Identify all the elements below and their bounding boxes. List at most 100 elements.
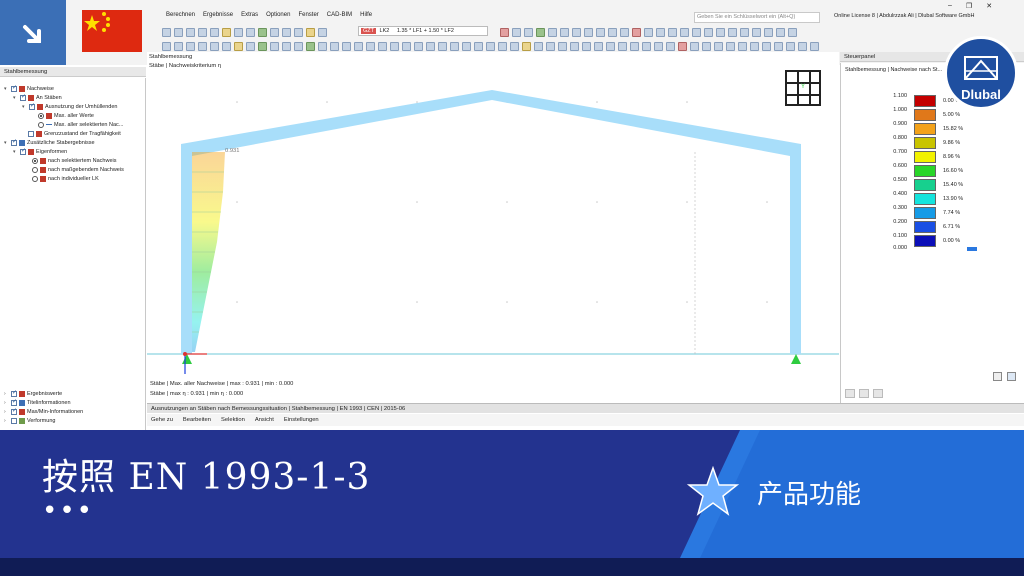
toolbar-button[interactable]	[810, 41, 819, 51]
menu-item-ergebnisse[interactable]: Ergebnisse	[203, 12, 233, 24]
toolbar-button[interactable]	[438, 41, 447, 51]
toolbar-button[interactable]	[330, 41, 339, 51]
toolbar-button[interactable]	[246, 27, 255, 37]
toolbar-button[interactable]	[584, 27, 593, 37]
panel-table-icon[interactable]	[1007, 372, 1016, 381]
search-input[interactable]: Geben Sie ein Schlüsselwort ein (Alt+Q)	[694, 12, 820, 23]
menu-item-cad-bim[interactable]: CAD-BIM	[327, 12, 352, 24]
toolbar-button[interactable]	[282, 27, 291, 37]
toolbar-button[interactable]	[570, 41, 579, 51]
toolbar-button[interactable]	[414, 41, 423, 51]
toolbar-button[interactable]	[366, 41, 375, 51]
toolbar-button[interactable]	[740, 27, 749, 37]
toolbar-button[interactable]	[210, 41, 219, 51]
toolbar-button[interactable]	[788, 27, 797, 37]
toolbar-button[interactable]	[726, 41, 735, 51]
toolbar-button[interactable]	[318, 27, 327, 37]
toolbar-button[interactable]	[704, 27, 713, 37]
toolbar-button[interactable]	[536, 27, 545, 37]
toolbar-button[interactable]	[462, 41, 471, 51]
toolbar-button[interactable]	[738, 41, 747, 51]
tab-legend[interactable]	[845, 389, 855, 398]
toolbar-button[interactable]	[270, 27, 279, 37]
toolbar-button[interactable]	[378, 41, 387, 51]
toolbar-button[interactable]	[342, 41, 351, 51]
results-menu-gehe-zu[interactable]: Gehe zu	[151, 414, 173, 426]
toolbar-button[interactable]	[620, 27, 629, 37]
view-cube-icon[interactable]: Y	[785, 70, 821, 106]
menu-item-fenster[interactable]: Fenster	[298, 12, 318, 24]
toolbar-button[interactable]	[474, 41, 483, 51]
results-menu-selektion[interactable]: Selektion	[221, 414, 245, 426]
toolbar-button[interactable]	[318, 41, 327, 51]
toolbar-button[interactable]	[764, 27, 773, 37]
portal-frame[interactable]	[181, 90, 801, 354]
load-combination-select[interactable]: GZT LK2 1.35 * LF1 + 1.50 * LF2	[358, 26, 488, 36]
toolbar-button[interactable]	[714, 41, 723, 51]
toolbar-button[interactable]	[402, 41, 411, 51]
toolbar-button[interactable]	[354, 41, 363, 51]
toolbar-button[interactable]	[222, 41, 231, 51]
tree-item-maxmin[interactable]: ›Max/Min-Informationen	[4, 407, 83, 416]
toolbar-button[interactable]	[306, 41, 315, 51]
tree-item-massgebendem[interactable]: nach maßgebendem Nachweis	[32, 165, 124, 174]
toolbar-button[interactable]	[498, 41, 507, 51]
menu-item-hilfe[interactable]: Hilfe	[360, 12, 372, 24]
tree-item-an-staeben[interactable]: ▾An Stäben	[13, 93, 62, 102]
toolbar-button[interactable]	[644, 27, 653, 37]
tree-item-selektiertem[interactable]: nach selektiertem Nachweis	[32, 156, 116, 165]
support-right[interactable]	[791, 354, 801, 364]
toolbar-button[interactable]	[174, 27, 183, 37]
toolbar-button[interactable]	[186, 41, 195, 51]
toolbar-button[interactable]	[294, 41, 303, 51]
results-menu-ansicht[interactable]: Ansicht	[255, 414, 274, 426]
toolbar-button[interactable]	[630, 41, 639, 51]
toolbar-button[interactable]	[668, 27, 677, 37]
menu-item-extras[interactable]: Extras	[241, 12, 258, 24]
toolbar-button[interactable]	[750, 41, 759, 51]
toolbar-button[interactable]	[534, 41, 543, 51]
toolbar-button[interactable]	[174, 41, 183, 51]
legend-slider[interactable]	[967, 247, 977, 251]
toolbar-button[interactable]	[762, 41, 771, 51]
toolbar-button[interactable]	[656, 27, 665, 37]
toolbar-button[interactable]	[560, 27, 569, 37]
toolbar-button[interactable]	[234, 27, 243, 37]
toolbar-button[interactable]	[776, 27, 785, 37]
toolbar-button[interactable]	[692, 27, 701, 37]
toolbar-button[interactable]	[258, 41, 267, 51]
toolbar-button[interactable]	[582, 41, 591, 51]
toolbar-button[interactable]	[666, 41, 675, 51]
toolbar-button[interactable]	[162, 41, 171, 51]
tree-item-ausnutzung[interactable]: ▾Ausnutzung der Umhüllenden	[22, 102, 117, 111]
tree-item-max-aller-werte[interactable]: Max. aller Werte	[38, 111, 94, 120]
toolbar-button[interactable]	[654, 41, 663, 51]
toolbar-button[interactable]	[222, 27, 231, 37]
toolbar-button[interactable]	[234, 41, 243, 51]
toolbar-button[interactable]	[162, 27, 171, 37]
toolbar-button[interactable]	[786, 41, 795, 51]
tree-item-max-selektierten[interactable]: Max. aller selektierten Nac...	[38, 120, 123, 129]
toolbar-button[interactable]	[512, 27, 521, 37]
toolbar-button[interactable]	[186, 27, 195, 37]
tree-item-nachweise[interactable]: ▾Nachweise	[4, 84, 54, 93]
toolbar-button[interactable]	[608, 27, 617, 37]
tree-item-zusaetzliche[interactable]: ▾Zusätzliche Stabergebnisse	[4, 138, 95, 147]
toolbar-button[interactable]	[752, 27, 761, 37]
toolbar-button[interactable]	[642, 41, 651, 51]
maximize-icon[interactable]: ❐	[966, 2, 972, 10]
minimize-icon[interactable]: –	[948, 2, 952, 10]
menu-item-berechnen[interactable]: Berechnen	[166, 12, 195, 24]
toolbar-button[interactable]	[294, 27, 303, 37]
toolbar-button[interactable]	[486, 41, 495, 51]
toolbar-button[interactable]	[510, 41, 519, 51]
toolbar-button[interactable]	[522, 41, 531, 51]
toolbar-button[interactable]	[702, 41, 711, 51]
tree-item-verformung[interactable]: › Verformung	[4, 416, 55, 425]
toolbar-button[interactable]	[450, 41, 459, 51]
toolbar-button[interactable]	[728, 27, 737, 37]
menu-item-optionen[interactable]: Optionen	[266, 12, 290, 24]
toolbar-button[interactable]	[678, 41, 687, 51]
toolbar-button[interactable]	[716, 27, 725, 37]
tree-item-eigenformen[interactable]: ▾Eigenformen	[13, 147, 67, 156]
